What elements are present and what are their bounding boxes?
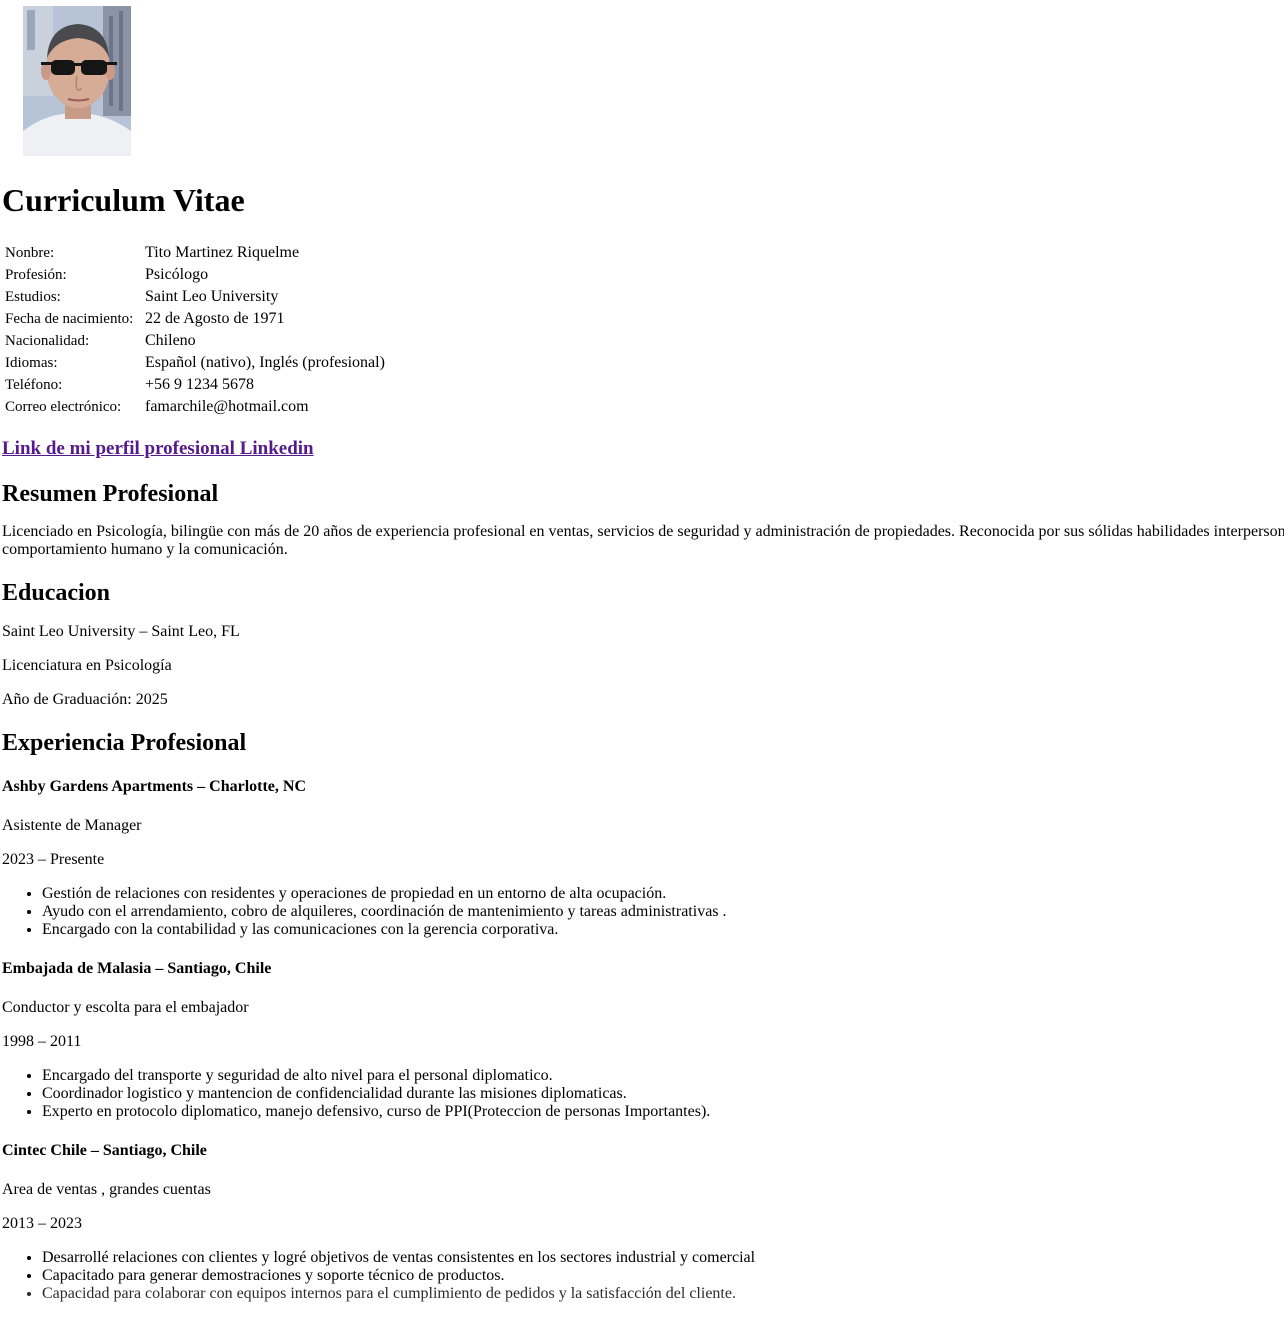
info-value: Tito Martinez Riquelme (145, 244, 300, 261)
info-label: Teléfono: (5, 377, 63, 393)
info-row-languages: Idiomas: Español (nativo), Inglés (profe… (4, 353, 386, 373)
job-duty: Encargado del transporte y seguridad de … (42, 1067, 1284, 1085)
linkedin-profile-link[interactable]: Link de mi perfil profesional Linkedin (2, 438, 314, 460)
education-year: Año de Graduación: 2025 (2, 691, 168, 708)
job-duty: Desarrollé relaciones con clientes y log… (42, 1249, 1284, 1267)
job-company: Embajada de Malasia – Santiago, Chile (2, 960, 272, 977)
info-value: 22 de Agosto de 1971 (145, 310, 285, 327)
profile-photo (23, 6, 131, 156)
education-school: Saint Leo University – Saint Leo, FL (2, 623, 240, 640)
job-period: 2013 – 2023 (2, 1215, 82, 1232)
summary-heading: Resumen Profesional (2, 481, 219, 507)
info-row-birthdate: Fecha de nacimiento: 22 de Agosto de 197… (4, 309, 386, 329)
job-role: Conductor y escolta para el embajador (2, 999, 249, 1016)
job-duty: Capacidad para colaborar con equipos int… (42, 1285, 1284, 1303)
personal-info-table: Nonbre: Tito Martinez Riquelme Profesión… (2, 241, 388, 419)
job-entry: Cintec Chile – Santiago, Chile Area de v… (2, 1142, 1284, 1303)
info-label: Nacionalidad: (5, 333, 90, 349)
job-duty: Ayudo con el arrendamiento, cobro de alq… (42, 903, 1284, 921)
job-entry: Ashby Gardens Apartments – Charlotte, NC… (2, 778, 1284, 939)
info-row-profession: Profesión: Psicólogo (4, 265, 386, 285)
info-label: Profesión: (5, 267, 67, 283)
info-value: +56 9 1234 5678 (145, 376, 255, 393)
info-label: Estudios: (5, 289, 61, 305)
summary-text: Licenciado en Psicología, bilingüe con m… (2, 523, 1284, 558)
info-value: Saint Leo University (145, 288, 279, 305)
info-value: Chileno (145, 332, 196, 349)
info-value: famarchile@hotmail.com (145, 398, 309, 415)
info-value: Psicólogo (145, 266, 209, 283)
education-heading: Educacion (2, 580, 111, 606)
info-value: Español (nativo), Inglés (profesional) (145, 354, 385, 371)
education-degree: Licenciatura en Psicología (2, 657, 172, 674)
job-entry: Embajada de Malasia – Santiago, Chile Co… (2, 960, 1284, 1121)
job-duties-list: Encargado del transporte y seguridad de … (2, 1067, 1284, 1121)
info-row-email: Correo electrónico: famarchile@hotmail.c… (4, 397, 386, 417)
info-label: Correo electrónico: (5, 399, 122, 415)
job-company: Ashby Gardens Apartments – Charlotte, NC (2, 778, 306, 795)
profile-photo-icon (23, 6, 131, 156)
education-section: Saint Leo University – Saint Leo, FL Lic… (2, 623, 1284, 709)
info-row-nationality: Nacionalidad: Chileno (4, 331, 386, 351)
job-duty: Experto en protocolo diplomatico, manejo… (42, 1103, 1284, 1121)
experience-heading: Experiencia Profesional (2, 730, 247, 756)
info-label: Fecha de nacimiento: (5, 311, 134, 327)
job-role: Area de ventas , grandes cuentas (2, 1181, 211, 1198)
info-row-name: Nonbre: Tito Martinez Riquelme (4, 243, 386, 263)
info-row-phone: Teléfono: +56 9 1234 5678 (4, 375, 386, 395)
info-label: Idiomas: (5, 355, 58, 371)
job-duties-list: Gestión de relaciones con residentes y o… (2, 885, 1284, 939)
job-period: 1998 – 2011 (2, 1033, 82, 1050)
job-role: Asistente de Manager (2, 817, 142, 834)
info-label: Nonbre: (5, 245, 55, 261)
job-period: 2023 – Presente (2, 851, 105, 868)
job-company: Cintec Chile – Santiago, Chile (2, 1142, 207, 1159)
job-duties-list: Desarrollé relaciones con clientes y log… (2, 1249, 1284, 1303)
job-duty: Encargado con la contabilidad y las comu… (42, 921, 1284, 939)
info-row-studies: Estudios: Saint Leo University (4, 287, 386, 307)
job-duty: Capacitado para generar demostraciones y… (42, 1267, 1284, 1285)
cv-page: Curriculum Vitae Nonbre: Tito Martinez R… (0, 6, 1284, 1303)
job-duty: Gestión de relaciones con residentes y o… (42, 885, 1284, 903)
job-duty: Coordinador logistico y mantencion de co… (42, 1085, 1284, 1103)
page-title: Curriculum Vitae (2, 182, 245, 218)
